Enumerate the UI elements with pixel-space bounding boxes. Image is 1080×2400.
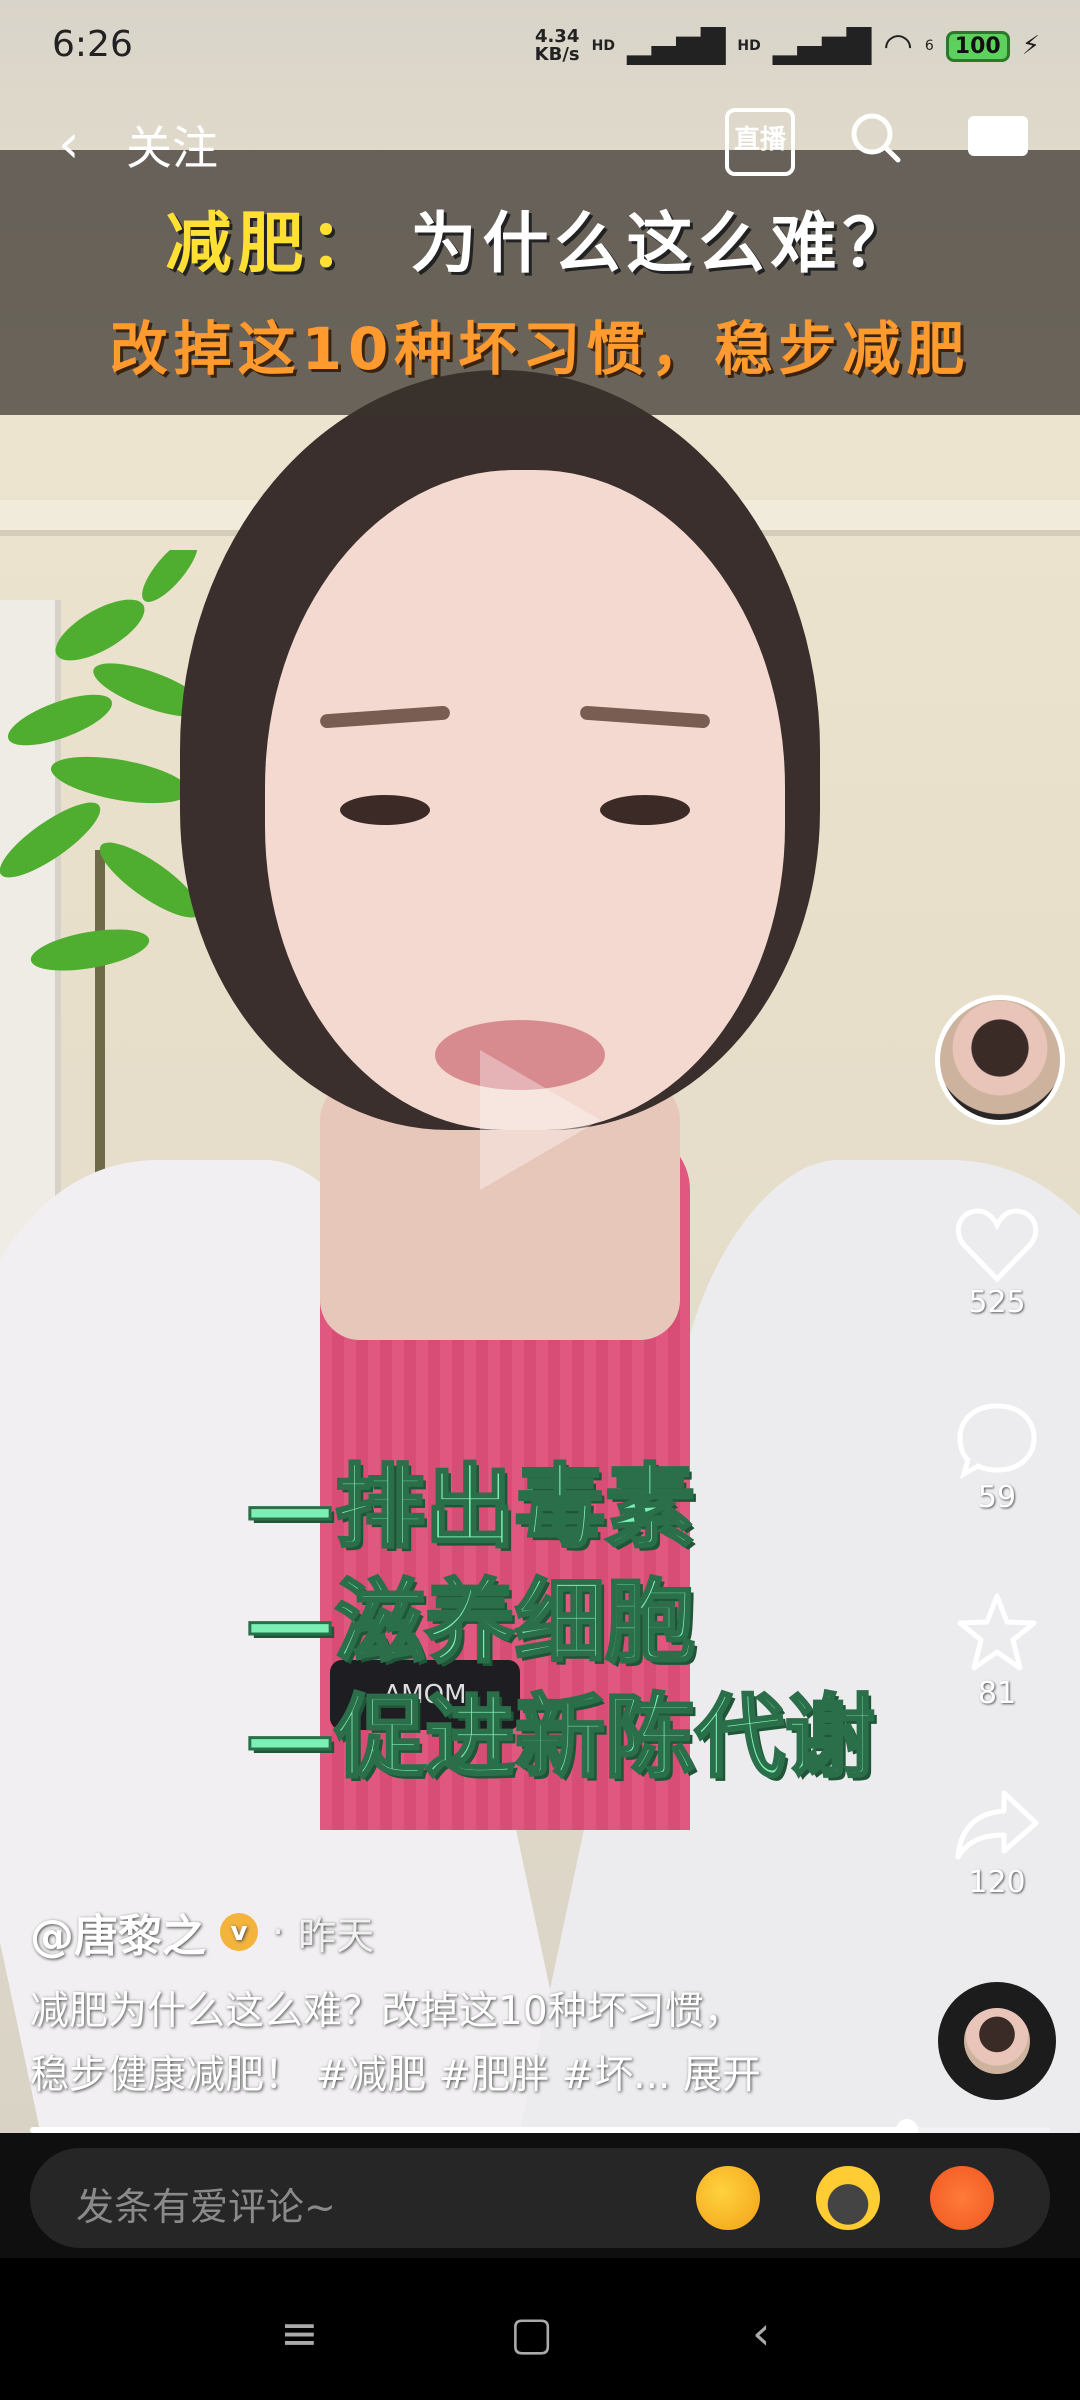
heart-icon <box>955 1208 1039 1283</box>
tab-follow[interactable]: 关注 <box>126 112 218 178</box>
signal-icon-2: ▂▄▆█ <box>772 27 872 65</box>
caption-line: 稳步健康减肥！ #减肥 #肥胖 #坏... 展开 <box>30 2044 910 2108</box>
star-icon <box>957 1593 1037 1671</box>
share-button[interactable]: 120 <box>927 1785 1067 1900</box>
live-button[interactable]: 直播 <box>725 108 795 176</box>
search-icon[interactable] <box>848 110 904 166</box>
video-title-rest: 为什么这么难？ <box>410 205 915 282</box>
wifi-icon: ◠ <box>883 26 913 66</box>
right-eye <box>600 795 690 825</box>
blowing-kiss-emoji-icon[interactable] <box>696 2166 760 2230</box>
verified-badge-icon: v <box>220 1913 258 1951</box>
network-speed-unit: KB/s <box>534 44 580 65</box>
author-name[interactable]: @唐黎之 <box>30 1900 206 1964</box>
caption-line: 减肥为什么这么难？改掉这10种坏习惯， <box>30 1989 743 2034</box>
like-count: 525 <box>968 1285 1026 1320</box>
status-time: 6:26 <box>52 24 133 65</box>
comment-bar[interactable]: 发条有爱评论~ <box>30 2148 1050 2248</box>
wifi-badge: 6 <box>924 38 934 54</box>
video-subtitle: 改掉这10种坏习惯，稳步减肥 <box>109 315 971 383</box>
post-time: 昨天 <box>298 1913 375 1958</box>
chevron-left-icon[interactable]: ‹ <box>58 112 80 175</box>
share-arrow-icon <box>955 1790 1039 1860</box>
like-button[interactable]: 525 <box>927 1205 1067 1320</box>
comment-count: 59 <box>977 1480 1017 1515</box>
comment-input[interactable]: 发条有爱评论~ <box>76 2176 336 2231</box>
overlay-line: —排出毒素 <box>244 1454 697 1562</box>
hd-badge-2: HD <box>737 38 761 54</box>
comment-button[interactable]: 59 <box>927 1400 1067 1515</box>
play-icon[interactable] <box>480 1050 600 1190</box>
cast-screen-icon[interactable] <box>968 116 1028 156</box>
thermometer-sick-emoji-icon[interactable] <box>930 2166 994 2230</box>
menu-icon[interactable]: ≡ <box>280 2306 319 2360</box>
frying-pan-emoji-icon[interactable] <box>816 2166 880 2230</box>
system-nav-bar: ≡ ▢ ‹ <box>0 2258 1080 2400</box>
expand-link[interactable]: 展开 <box>683 2053 761 2098</box>
favorite-button[interactable]: 81 <box>927 1590 1067 1711</box>
favorite-count: 81 <box>977 1676 1017 1711</box>
network-speed: 4.34 KB/s <box>535 28 580 64</box>
overlay-line: —滋养细胞 <box>244 1569 697 1677</box>
share-count: 120 <box>968 1865 1026 1900</box>
video-title: 减肥： 为什么这么难？ <box>0 190 1080 286</box>
music-disc-avatar <box>964 2008 1030 2074</box>
comment-bar-area: 发条有爱评论~ <box>0 2133 1080 2258</box>
separator-dot: · <box>272 1910 285 1954</box>
signal-icon: ▂▄▆█ <box>626 27 726 65</box>
video-player[interactable]: AMOM 减肥： 为什么这么难？ 改掉这10种坏习惯，稳步减肥 —排出毒素 —滋… <box>0 0 1080 2133</box>
post-author-row: @唐黎之 v · 昨天 <box>30 1900 374 1964</box>
charging-icon: ⚡ <box>1021 31 1040 61</box>
music-disc[interactable] <box>938 1982 1056 2100</box>
left-eye <box>340 795 430 825</box>
status-indicators: 4.34 KB/s HD ▂▄▆█ HD ▂▄▆█ ◠ 6 100 ⚡ <box>535 26 1040 66</box>
battery-icon: 100 <box>945 30 1010 62</box>
caption-line-2: 稳步健康减肥！ #减肥 #肥胖 #坏... <box>30 2053 671 2098</box>
overlay-line: —促进新陈代谢 <box>244 1684 877 1792</box>
comment-bubble-icon <box>957 1403 1037 1480</box>
overlay-captions: —排出毒素 —滋养细胞 —促进新陈代谢 <box>244 1450 877 1795</box>
video-title-highlight: 减肥： <box>165 205 382 282</box>
back-icon[interactable]: ‹ <box>752 2306 770 2360</box>
top-nav: ‹ 关注 直播 <box>0 100 1080 180</box>
hd-badge: HD <box>591 38 615 54</box>
home-square-icon[interactable]: ▢ <box>510 2306 553 2360</box>
post-caption: 减肥为什么这么难？改掉这10种坏习惯， 稳步健康减肥！ #减肥 #肥胖 #坏..… <box>30 1980 910 2108</box>
author-avatar[interactable] <box>935 995 1065 1125</box>
status-bar: 6:26 4.34 KB/s HD ▂▄▆█ HD ▂▄▆█ ◠ 6 100 ⚡ <box>0 0 1080 100</box>
